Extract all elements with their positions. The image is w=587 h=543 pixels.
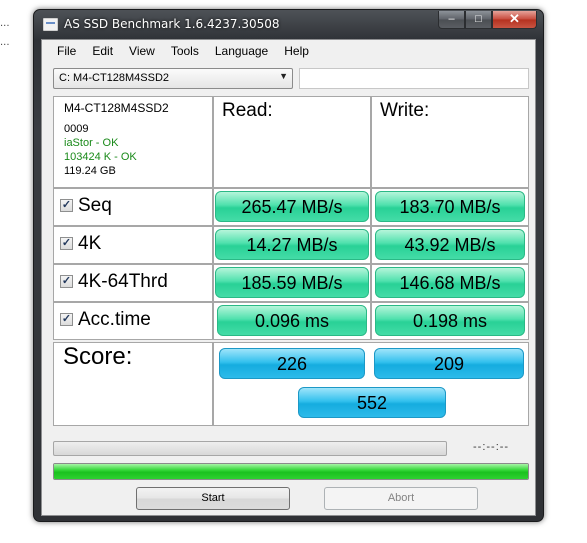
score-label: Score: (63, 343, 133, 370)
menu-language[interactable]: Language (209, 40, 274, 62)
drive-alignment-status: 103424 K - OK (64, 151, 137, 163)
caption-buttons: – □ ✕ (438, 11, 537, 29)
row-acc-time: ✓ Acc.time (53, 302, 213, 340)
app-window: AS SSD Benchmark 1.6.4237.30508 – □ ✕ Fi… (33, 9, 544, 522)
write-column-header: Write: (371, 96, 529, 188)
start-button[interactable]: Start (136, 487, 290, 510)
score-values-cell: 226 209 552 (213, 342, 529, 426)
menu-help[interactable]: Help (278, 40, 315, 62)
abort-button[interactable]: Abort (324, 487, 478, 510)
4k-checkbox[interactable]: ✓ (60, 237, 73, 250)
4k-64thrd-write-cell: 146.68 MB/s (371, 264, 529, 302)
background-dots-1: ... (0, 18, 10, 29)
drive-select-value: C: M4-CT128M4SSD2 (59, 72, 170, 84)
window-title: AS SSD Benchmark 1.6.4237.30508 (64, 17, 280, 31)
elapsed-time: --:--:-- (473, 441, 510, 453)
maximize-icon[interactable]: □ (465, 11, 492, 29)
drive-driver-status: iaStor - OK (64, 137, 119, 149)
4k-read-cell: 14.27 MB/s (213, 226, 371, 264)
seq-write-value: 183.70 MB/s (375, 191, 525, 222)
acc-time-read-cell: 0.096 ms (213, 302, 371, 340)
row-4k: ✓ 4K (53, 226, 213, 264)
4k-read-value: 14.27 MB/s (215, 229, 369, 260)
4k-write-cell: 43.92 MB/s (371, 226, 529, 264)
total-progress-fill (54, 464, 528, 479)
app-icon (43, 18, 58, 31)
menu-file[interactable]: File (51, 40, 82, 62)
menu-bar: File Edit View Tools Language Help (42, 40, 535, 62)
4k-64thrd-write-value: 146.68 MB/s (375, 267, 525, 298)
drive-firmware: 0009 (64, 123, 89, 135)
seq-write-cell: 183.70 MB/s (371, 188, 529, 226)
close-icon[interactable]: ✕ (492, 11, 537, 29)
acc-time-label: Acc.time (78, 309, 151, 330)
menu-tools[interactable]: Tools (165, 40, 205, 62)
score-total-value: 552 (298, 387, 446, 418)
current-test-progress (53, 441, 447, 456)
acc-time-read-value: 0.096 ms (217, 305, 367, 336)
write-label: Write: (380, 100, 430, 121)
menu-edit[interactable]: Edit (86, 40, 119, 62)
seq-read-cell: 265.47 MB/s (213, 188, 371, 226)
4k-64thrd-read-value: 185.59 MB/s (215, 267, 369, 298)
read-label: Read: (222, 100, 273, 121)
menu-view[interactable]: View (123, 40, 161, 62)
score-read-value: 226 (219, 348, 365, 379)
total-progress (53, 463, 529, 480)
seq-read-value: 265.47 MB/s (215, 191, 369, 222)
seq-label: Seq (78, 195, 112, 216)
drive-info-field (299, 68, 529, 89)
read-column-header: Read: (213, 96, 371, 188)
drive-model: M4-CT128M4SSD2 (64, 101, 169, 115)
4k-64thrd-label: 4K-64Thrd (78, 271, 168, 292)
drive-capacity: 119.24 GB (64, 165, 116, 177)
minimize-icon[interactable]: – (438, 11, 465, 29)
acc-time-checkbox[interactable]: ✓ (60, 313, 73, 326)
row-4k-64thrd: ✓ 4K-64Thrd (53, 264, 213, 302)
acc-time-write-cell: 0.198 ms (371, 302, 529, 340)
drive-info-panel: M4-CT128M4SSD2 0009 iaStor - OK 103424 K… (53, 96, 213, 188)
row-seq: ✓ Seq (53, 188, 213, 226)
score-write-value: 209 (374, 348, 524, 379)
4k-label: 4K (78, 233, 102, 254)
drive-select[interactable]: C: M4-CT128M4SSD2 ▼ (53, 68, 293, 89)
score-label-cell: Score: (53, 342, 213, 426)
acc-time-write-value: 0.198 ms (375, 305, 525, 336)
seq-checkbox[interactable]: ✓ (60, 199, 73, 212)
title-bar[interactable]: AS SSD Benchmark 1.6.4237.30508 – □ ✕ (34, 10, 543, 38)
background-dots-2: ... (0, 37, 10, 48)
dropdown-arrow-icon: ▼ (279, 71, 288, 81)
4k-write-value: 43.92 MB/s (375, 229, 525, 260)
4k-64thrd-read-cell: 185.59 MB/s (213, 264, 371, 302)
client-area: File Edit View Tools Language Help C: M4… (41, 39, 536, 516)
4k-64thrd-checkbox[interactable]: ✓ (60, 275, 73, 288)
